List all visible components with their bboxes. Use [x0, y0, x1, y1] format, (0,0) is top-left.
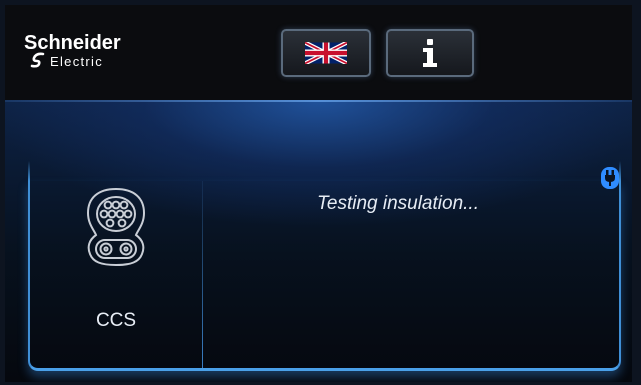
- plug-icon: [601, 167, 619, 189]
- uk-flag-icon: [305, 42, 347, 64]
- info-icon: [388, 31, 472, 75]
- connector-ccs-tile[interactable]: CCS: [30, 181, 202, 368]
- header-bar: Schneider Electric: [5, 5, 632, 100]
- charger-screen: Schneider Electric CCS Testing insulatio…: [5, 5, 632, 382]
- info-button[interactable]: [386, 29, 474, 77]
- ccs-connector-icon: [86, 187, 146, 267]
- info-glyph-icon: [423, 39, 437, 67]
- connector-label: CCS: [95, 310, 137, 331]
- connector-panel: CCS Testing insulation...: [28, 161, 621, 371]
- brand-mark-icon: [30, 52, 45, 68]
- main-area: CCS Testing insulation...: [5, 100, 632, 382]
- header-divider: [5, 100, 632, 102]
- brand-sub: Electric: [50, 54, 104, 69]
- schneider-electric-logo: Schneider Electric: [24, 32, 154, 77]
- status-message: Testing insulation...: [317, 193, 479, 214]
- language-button[interactable]: [281, 29, 371, 77]
